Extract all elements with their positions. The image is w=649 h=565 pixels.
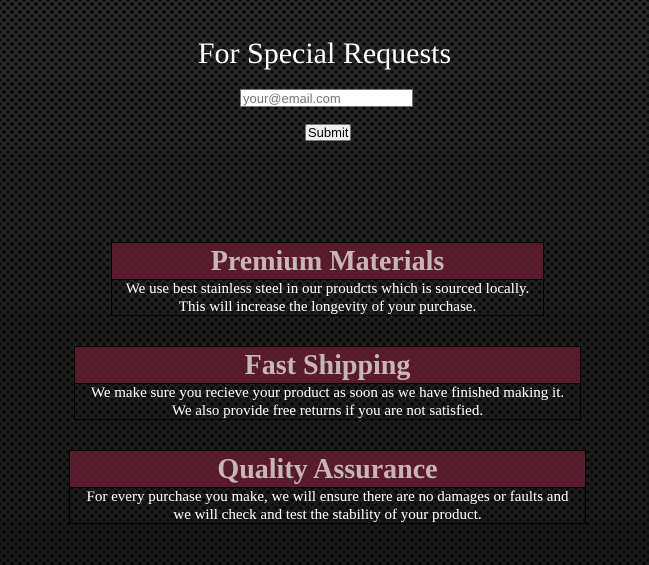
feature-heading: Premium Materials xyxy=(112,243,543,280)
feature-text-line: This will increase the longevity of your… xyxy=(178,299,477,315)
feature-quality-assurance: Quality Assurance For every purchase you… xyxy=(69,450,586,524)
feature-heading: Fast Shipping xyxy=(75,347,580,384)
email-input[interactable] xyxy=(240,89,413,107)
feature-heading: Quality Assurance xyxy=(70,451,585,488)
feature-text-line: we will check and test the stability of … xyxy=(173,507,482,523)
feature-fast-shipping: Fast Shipping We make sure you recieve y… xyxy=(74,346,581,420)
submit-button[interactable]: Submit xyxy=(305,124,352,141)
feature-text-line: We also provide free returns if you are … xyxy=(171,403,484,419)
feature-text-line: We use best stainless steel in our proud… xyxy=(125,281,530,297)
feature-text-line: We make sure you recieve your product as… xyxy=(90,385,565,401)
feature-premium-materials: Premium Materials We use best stainless … xyxy=(111,242,544,316)
feature-text-line: For every purchase you make, we will ens… xyxy=(86,489,569,505)
page-title: For Special Requests xyxy=(197,37,452,70)
